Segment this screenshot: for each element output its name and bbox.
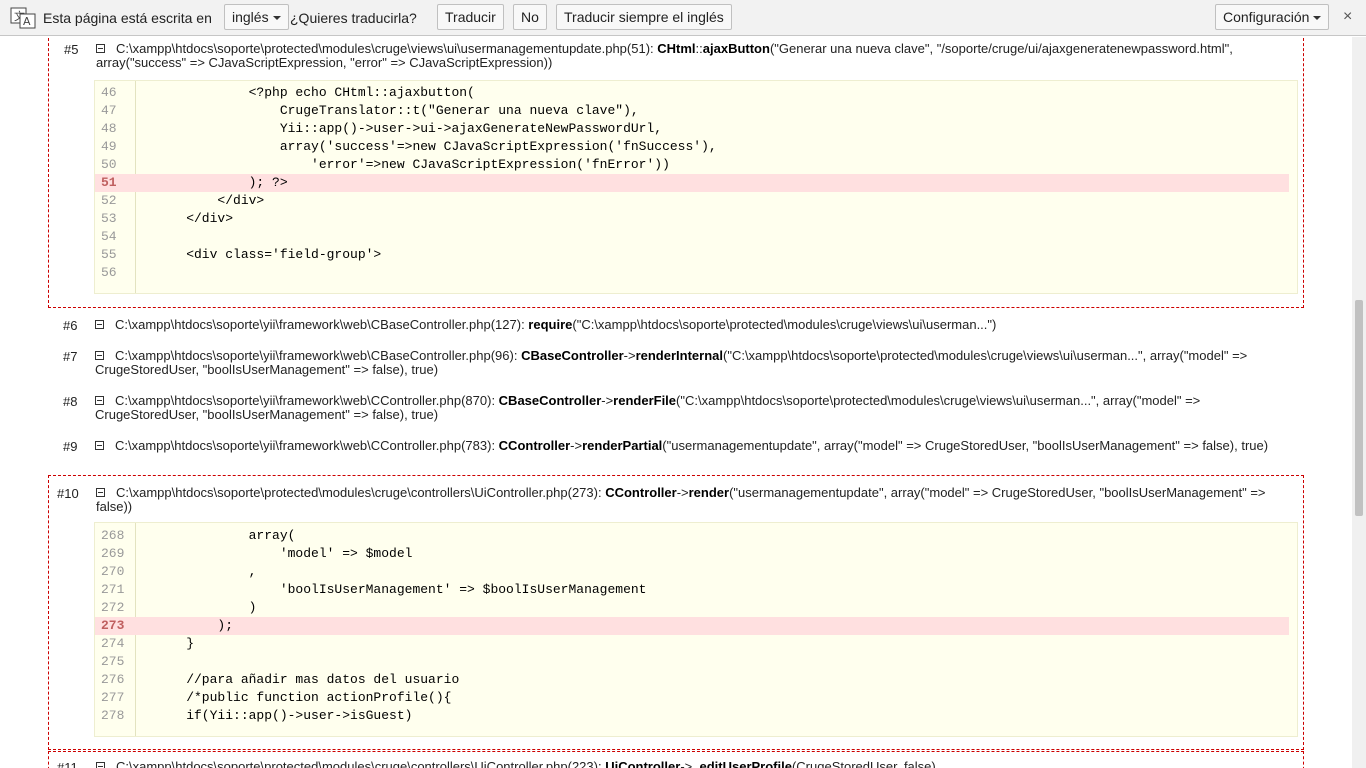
trace-call: C:\xampp\htdocs\soporte\yii\framework\we… — [115, 438, 1269, 453]
chevron-down-icon — [272, 16, 281, 21]
code-line-highlighted: 51 ); ?> — [95, 174, 1289, 192]
code-line: 48 Yii::app()->user->ui->ajaxGenerateNew… — [101, 121, 663, 136]
code-line: 277 /*public function actionProfile(){ — [101, 690, 452, 705]
no-button[interactable]: No — [513, 4, 547, 30]
trace-call: C:\xampp\htdocs\soporte\yii\framework\we… — [95, 348, 1248, 377]
code-line: 278 if(Yii::app()->user->isGuest) — [101, 708, 413, 723]
language-select-label: inglés — [232, 9, 269, 25]
trace-item-9: #9 C:\xampp\htdocs\soporte\yii\framework… — [48, 434, 1304, 474]
trace-call: C:\xampp\htdocs\soporte\yii\framework\we… — [95, 393, 1201, 422]
svg-text:A: A — [23, 15, 31, 28]
code-line: 46 <?php echo CHtml::ajaxbutton( — [101, 85, 475, 100]
translate-message: Esta página está escrita en — [43, 10, 212, 26]
close-icon[interactable]: × — [1343, 8, 1352, 26]
trace-number: #6 — [63, 318, 78, 333]
code-line: 50 'error'=>new CJavaScriptExpression('f… — [101, 157, 670, 172]
code-line-highlighted: 273 ); — [95, 617, 1289, 635]
code-line: 268 array( — [101, 528, 296, 543]
code-line: 271 'boolIsUserManagement' => $boolIsUse… — [101, 582, 647, 597]
code-line: 56 — [101, 265, 117, 280]
stack-trace: #5 C:\xampp\htdocs\soporte\protected\mod… — [0, 37, 1352, 768]
code-line: 272 ) — [101, 600, 257, 615]
scrollbar-thumb[interactable] — [1355, 300, 1363, 516]
code-line: 55 <div class='field-group'> — [101, 247, 382, 262]
trace-item-10: #10 C:\xampp\htdocs\soporte\protected\mo… — [48, 475, 1304, 750]
trace-number: #8 — [63, 394, 78, 409]
code-line: 53 </div> — [101, 211, 234, 226]
always-translate-button[interactable]: Traducir siempre el inglés — [556, 4, 732, 30]
language-select[interactable]: inglés — [224, 4, 289, 30]
trace-call: C:\xampp\htdocs\soporte\protected\module… — [96, 41, 1233, 70]
trace-number: #9 — [63, 439, 78, 454]
trace-item-6: #6 C:\xampp\htdocs\soporte\yii\framework… — [48, 313, 1304, 343]
code-line: 270 , — [101, 564, 257, 579]
translate-question: ¿Quieres traducirla? — [290, 10, 417, 26]
settings-button-label: Configuración — [1223, 9, 1310, 25]
trace-call: C:\xampp\htdocs\soporte\yii\framework\we… — [115, 317, 997, 332]
translate-bar: 文 A Esta página está escrita en inglés ¿… — [0, 0, 1366, 36]
trace-call: C:\xampp\htdocs\soporte\protected\module… — [116, 759, 936, 768]
trace-item-7: #7 C:\xampp\htdocs\soporte\yii\framework… — [48, 344, 1304, 388]
translate-icon: 文 A — [10, 7, 36, 29]
settings-button[interactable]: Configuración — [1215, 4, 1330, 30]
trace-item-11: #11 C:\xampp\htdocs\soporte\protected\mo… — [48, 751, 1304, 768]
trace-call: C:\xampp\htdocs\soporte\protected\module… — [96, 485, 1266, 514]
code-line: 52 </div> — [101, 193, 265, 208]
trace-number: #10 — [57, 486, 79, 501]
code-line: 275 — [101, 654, 125, 669]
code-line: 269 'model' => $model — [101, 546, 413, 561]
trace-number: #7 — [63, 349, 78, 364]
trace-number: #11 — [57, 760, 78, 768]
code-snippet: 268 array( 269 'model' => $model 270 , 2… — [94, 522, 1298, 737]
code-snippet: 46 <?php echo CHtml::ajaxbutton( 47 Crug… — [94, 80, 1298, 294]
chevron-down-icon — [1313, 16, 1322, 21]
trace-item-8: #8 C:\xampp\htdocs\soporte\yii\framework… — [48, 389, 1304, 433]
code-line: 49 array('success'=>new CJavaScriptExpre… — [101, 139, 717, 154]
code-line: 276 //para añadir mas datos del usuario — [101, 672, 460, 687]
translate-button[interactable]: Traducir — [437, 4, 504, 30]
code-line: 274 } — [101, 636, 195, 651]
vertical-scrollbar[interactable] — [1352, 37, 1366, 768]
code-line: 54 — [101, 229, 117, 244]
code-line: 47 CrugeTranslator::t("Generar una nueva… — [101, 103, 639, 118]
trace-item-5: #5 C:\xampp\htdocs\soporte\protected\mod… — [48, 37, 1304, 308]
trace-number: #5 — [64, 42, 79, 57]
